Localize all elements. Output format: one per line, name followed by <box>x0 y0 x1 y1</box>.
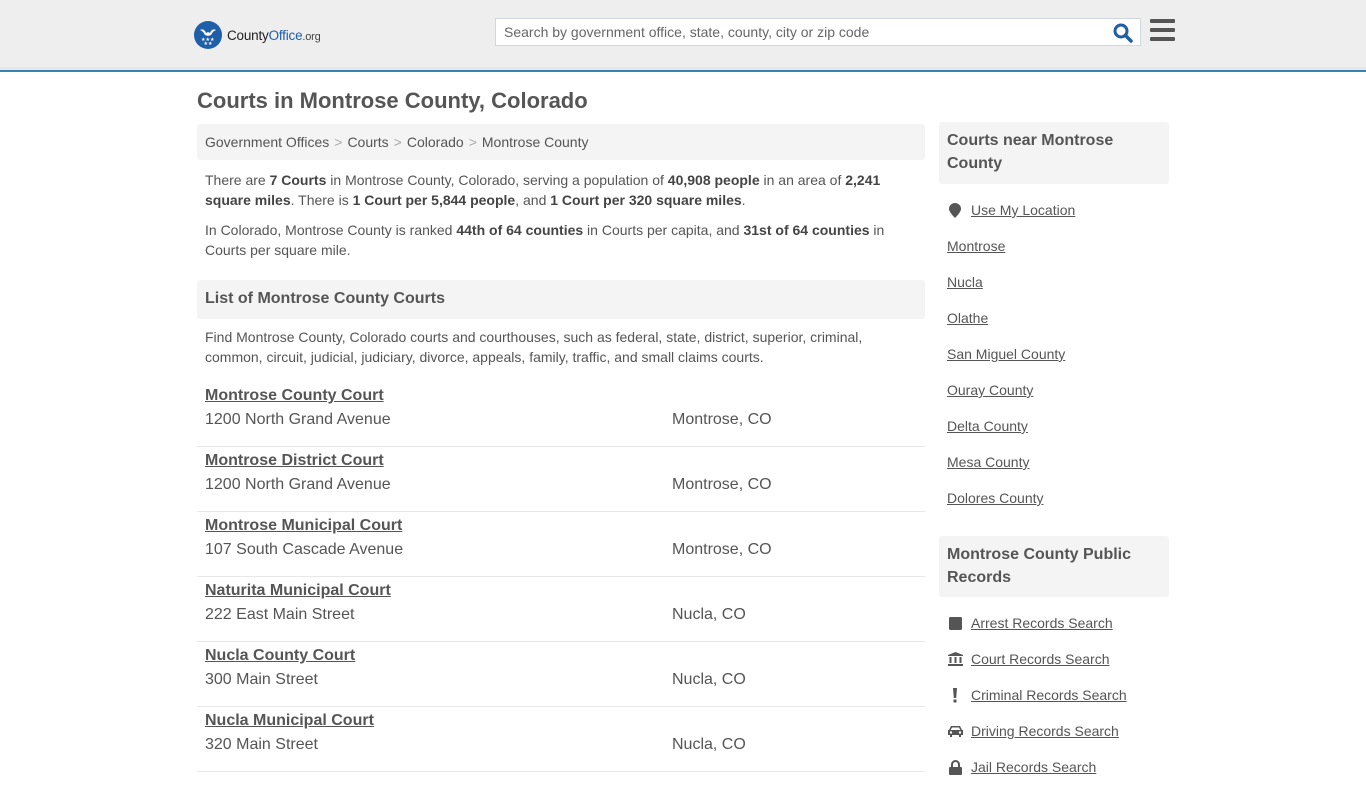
intro-text: There are 7 Courts in Montrose County, C… <box>205 170 920 270</box>
court-records-link[interactable]: Court Records Search <box>971 651 1110 667</box>
courts-list-heading: List of Montrose County Courts <box>197 280 925 319</box>
criminal-records-link[interactable]: Criminal Records Search <box>971 687 1127 703</box>
records-link-item: Court Records Search <box>947 651 1167 687</box>
car-icon <box>947 723 963 739</box>
courts-list: Montrose County Court 1200 North Grand A… <box>197 382 925 772</box>
breadcrumb-colorado[interactable]: Colorado <box>407 134 464 150</box>
driving-records-link[interactable]: Driving Records Search <box>971 723 1119 739</box>
map-marker-icon <box>947 202 963 218</box>
page-title: Courts in Montrose County, Colorado <box>197 88 588 113</box>
breadcrumb-current: Montrose County <box>481 134 589 150</box>
court-address: 300 Main Street <box>205 671 318 688</box>
search-button[interactable] <box>1112 22 1134 44</box>
court-city: Montrose, CO <box>672 411 772 428</box>
intro-paragraph-stats: There are 7 Courts in Montrose County, C… <box>205 172 881 208</box>
nearby-link-item: Nucla <box>947 274 1167 310</box>
records-link-item: Jail Records Search <box>947 759 1167 795</box>
court-address: 320 Main Street <box>205 736 318 753</box>
court-city: Nucla, CO <box>672 671 746 688</box>
court-list-item: Montrose Municipal Court 107 South Casca… <box>197 512 925 577</box>
nearby-link-dolores-county[interactable]: Dolores County <box>947 490 1044 506</box>
breadcrumb-government-offices[interactable]: Government Offices <box>205 134 329 150</box>
nearby-link-item: Ouray County <box>947 382 1167 418</box>
court-name-link[interactable]: Nucla County Court <box>205 647 355 665</box>
search-input[interactable] <box>496 19 1106 45</box>
court-list-item: Nucla County Court 300 Main Street Nucla… <box>197 642 925 707</box>
nearby-link-delta-county[interactable]: Delta County <box>947 418 1028 434</box>
arrest-records-link[interactable]: Arrest Records Search <box>971 615 1113 631</box>
court-name-link[interactable]: Montrose Municipal Court <box>205 517 402 535</box>
court-city: Nucla, CO <box>672 736 746 753</box>
lock-icon <box>947 759 963 775</box>
menu-bar-icon <box>1150 28 1175 32</box>
intro-paragraph-ranking: In Colorado, Montrose County is ranked 4… <box>205 222 885 258</box>
records-link-item: Driving Records Search <box>947 723 1167 759</box>
records-link-item: Arrest Records Search <box>947 615 1167 651</box>
nearby-link-item: Olathe <box>947 310 1167 346</box>
exclamation-icon <box>947 687 963 703</box>
breadcrumb-separator: > <box>393 134 402 150</box>
court-list-item: Montrose County Court 1200 North Grand A… <box>197 382 925 447</box>
search-box <box>495 18 1141 46</box>
jail-records-link[interactable]: Jail Records Search <box>971 759 1096 775</box>
logo-wordmark: CountyOffice.org <box>227 27 321 43</box>
records-link-item: Criminal Records Search <box>947 687 1167 723</box>
court-name-link[interactable]: Montrose County Court <box>205 387 384 405</box>
courthouse-icon <box>947 651 963 667</box>
svg-text:★★: ★★ <box>204 41 213 46</box>
site-header: ★★★ ★★ CountyOffice.org <box>0 0 1366 72</box>
court-city: Montrose, CO <box>672 541 772 558</box>
nearby-courts-heading: Courts near Montrose County <box>939 122 1169 184</box>
nearby-link-montrose[interactable]: Montrose <box>947 238 1005 254</box>
court-address: 1200 North Grand Avenue <box>205 476 391 493</box>
breadcrumb-separator: > <box>468 134 477 150</box>
menu-bar-icon <box>1150 19 1175 23</box>
nearby-courts-list: Use My Location Montrose Nucla Olathe Sa… <box>947 202 1167 526</box>
breadcrumb-courts[interactable]: Courts <box>347 134 388 150</box>
eagle-logo-icon: ★★★ ★★ <box>194 21 222 49</box>
court-city: Montrose, CO <box>672 476 772 493</box>
public-records-list: Arrest Records Search Court Records Sear… <box>947 615 1167 795</box>
courts-list-description: Find Montrose County, Colorado courts an… <box>205 329 863 365</box>
court-list-item: Naturita Municipal Court 222 East Main S… <box>197 577 925 642</box>
search-icon <box>1113 23 1133 43</box>
nearby-link-san-miguel-county[interactable]: San Miguel County <box>947 346 1065 362</box>
nearby-link-mesa-county[interactable]: Mesa County <box>947 454 1029 470</box>
use-my-location-item: Use My Location <box>947 202 1167 238</box>
site-logo[interactable]: ★★★ ★★ CountyOffice.org <box>194 21 321 49</box>
menu-bar-icon <box>1150 37 1175 41</box>
court-name-link[interactable]: Naturita Municipal Court <box>205 582 391 600</box>
nearby-link-nucla[interactable]: Nucla <box>947 274 983 290</box>
nearby-link-olathe[interactable]: Olathe <box>947 310 988 326</box>
hamburger-menu-button[interactable] <box>1150 19 1175 43</box>
nearby-link-item: San Miguel County <box>947 346 1167 382</box>
nearby-link-item: Dolores County <box>947 490 1167 526</box>
public-records-heading: Montrose County Public Records <box>939 536 1169 597</box>
court-address: 1200 North Grand Avenue <box>205 411 391 428</box>
use-my-location-link[interactable]: Use My Location <box>971 202 1075 218</box>
court-name-link[interactable]: Nucla Municipal Court <box>205 712 374 730</box>
court-list-item: Nucla Municipal Court 320 Main Street Nu… <box>197 707 925 772</box>
breadcrumb: Government Offices > Courts > Colorado > Montr… <box>197 124 925 160</box>
court-list-item: Montrose District Court 1200 North Grand… <box>197 447 925 512</box>
court-name-link[interactable]: Montrose District Court <box>205 452 384 470</box>
nearby-link-item: Montrose <box>947 238 1167 274</box>
breadcrumb-separator: > <box>334 134 343 150</box>
square-icon <box>947 615 963 631</box>
court-address: 107 South Cascade Avenue <box>205 541 404 558</box>
nearby-link-ouray-county[interactable]: Ouray County <box>947 382 1033 398</box>
court-address: 222 East Main Street <box>205 606 355 623</box>
nearby-link-item: Delta County <box>947 418 1167 454</box>
court-city: Nucla, CO <box>672 606 746 623</box>
header-shadow <box>0 67 1366 70</box>
nearby-link-item: Mesa County <box>947 454 1167 490</box>
